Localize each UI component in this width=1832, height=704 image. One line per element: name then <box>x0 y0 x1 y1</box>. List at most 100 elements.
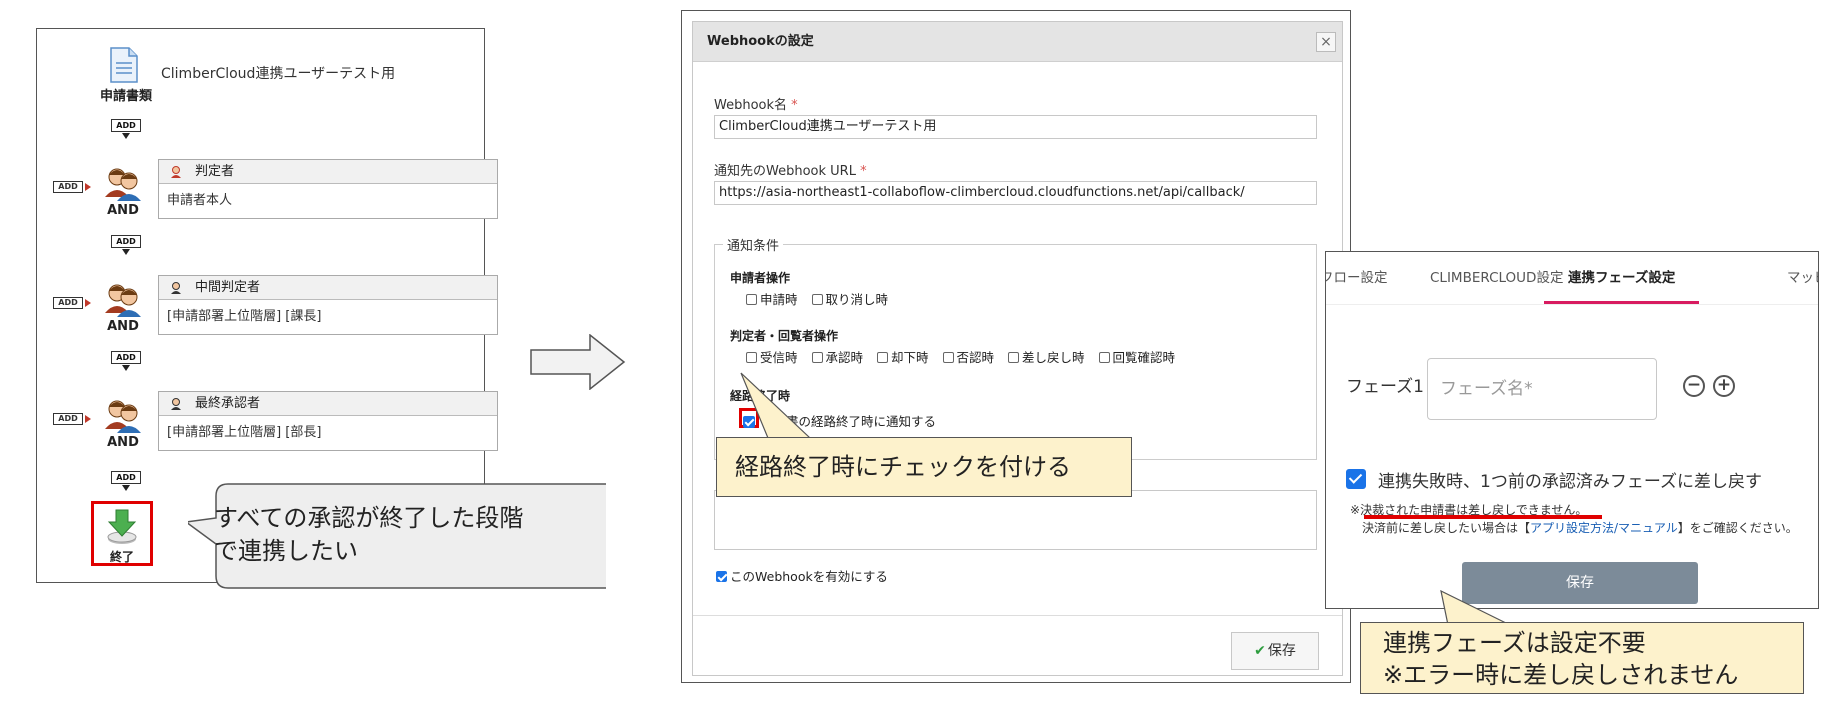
checkbox-label: 差し戻し時 <box>1022 350 1085 365</box>
phase-label: フェーズ1 <box>1346 377 1424 397</box>
people-icon <box>105 168 141 201</box>
tab-flow-settings[interactable]: フロー設定 <box>1326 252 1388 304</box>
down-arrow-icon <box>122 249 130 255</box>
down-arrow-icon <box>122 365 130 371</box>
manual-note-before: 決済前に差し戻したい場合は【 <box>1362 521 1531 535</box>
webhook-name-label-text: Webhook名 <box>714 98 788 113</box>
webhook-dialog-frame: Webhookの設定 × Webhook名 * ClimberCloud連携ユー… <box>681 10 1351 683</box>
add-parallel-button[interactable]: ADD <box>53 413 83 425</box>
checkbox[interactable] <box>811 294 823 305</box>
step-value: 申請者本人 <box>167 193 233 208</box>
document-icon <box>110 47 138 83</box>
note-phase-line2: ※エラー時に差し戻しされません <box>1383 661 1739 689</box>
checkbox-approved[interactable]: 承認時 <box>811 350 864 365</box>
note-pointer <box>1440 590 1511 626</box>
tab-mapping[interactable]: マッピ <box>1787 252 1818 304</box>
checkbox-label: 受信時 <box>760 350 798 365</box>
step-title: 最終承認者 <box>195 396 261 411</box>
and-label: AND <box>107 319 139 334</box>
webhook-name-input[interactable]: ClimberCloud連携ユーザーテスト用 <box>714 115 1317 139</box>
checkbox-received[interactable]: 受信時 <box>746 350 798 365</box>
right-arrow-icon <box>85 299 91 307</box>
required-mark: * <box>791 98 798 113</box>
remove-phase-button[interactable]: − <box>1683 375 1705 397</box>
add-step-button[interactable]: ADD <box>111 471 141 484</box>
people-icon <box>105 400 141 433</box>
route-step[interactable]: 最終承認者 [申請部署上位階層] [部長] <box>158 391 498 451</box>
route-step[interactable]: 中間判定者 [申請部署上位階層] [課長] <box>158 275 498 335</box>
checkbox-circulated[interactable]: 回覧確認時 <box>1098 350 1176 365</box>
note-pointer <box>740 372 812 439</box>
person-icon <box>171 398 181 410</box>
add-step-button[interactable]: ADD <box>111 119 141 132</box>
phase-name-input[interactable]: フェーズ名* <box>1427 358 1657 420</box>
end-arrow-icon <box>107 509 137 544</box>
footer-divider <box>693 615 1342 616</box>
applicant-ops-title: 申請者操作 <box>730 271 791 285</box>
note-phase-line1: 連携フェーズは設定不要 <box>1383 629 1646 657</box>
route-end-node[interactable]: 終了 <box>91 501 153 566</box>
form-type-label: 申請書類 <box>99 89 152 104</box>
save-button-label: 保存 <box>1267 643 1296 659</box>
checkbox[interactable] <box>1008 352 1019 363</box>
down-arrow-icon <box>122 485 130 491</box>
checkbox[interactable] <box>746 294 757 305</box>
webhook-memo-textarea[interactable] <box>714 490 1317 550</box>
conditions-legend: 通知条件 <box>723 235 784 254</box>
add-phase-button[interactable]: + <box>1713 375 1735 397</box>
step-header: 中間判定者 <box>159 276 497 300</box>
and-label: AND <box>107 435 139 450</box>
right-arrow-icon <box>530 334 626 390</box>
webhook-url-label-text: 通知先のWebhook URL <box>714 164 856 179</box>
route-step[interactable]: 判定者 申請者本人 <box>158 159 498 219</box>
note-phase-not-needed: 連携フェーズは設定不要 ※エラー時に差し戻しされません <box>1360 622 1804 694</box>
tab-phase-settings[interactable]: 連携フェーズ設定 <box>1544 252 1700 304</box>
manual-note-after: 】をご確認ください。 <box>1677 521 1798 535</box>
callout-text-line2: で連携したい <box>214 537 358 565</box>
checkbox-label: 承認時 <box>825 350 864 365</box>
checkbox-sent-back[interactable]: 差し戻し時 <box>1008 350 1085 365</box>
checkbox-denied[interactable]: 否認時 <box>942 350 994 365</box>
enable-webhook-label: このWebhookを有効にする <box>730 569 888 584</box>
add-parallel-button[interactable]: ADD <box>53 297 83 309</box>
end-label: 終了 <box>109 550 134 564</box>
and-label: AND <box>107 203 139 218</box>
close-icon[interactable]: × <box>1316 32 1336 52</box>
step-value: [申請部署上位階層] [部長] <box>167 425 322 440</box>
checkbox-rejected[interactable]: 却下時 <box>877 350 929 365</box>
checkbox-label: 取り消し時 <box>825 292 889 307</box>
checkbox-label: 回覧確認時 <box>1112 350 1176 365</box>
checkbox-label: 申請時 <box>760 292 798 307</box>
tab-divider <box>1326 304 1818 305</box>
check-icon: ✔ <box>1254 643 1266 659</box>
checkbox[interactable] <box>1098 352 1110 363</box>
rollback-checkbox[interactable] <box>1346 469 1366 489</box>
people-icon <box>105 284 141 317</box>
add-step-button[interactable]: ADD <box>111 235 141 248</box>
note-prefix: ※ <box>1350 503 1361 517</box>
enable-webhook-checkbox[interactable] <box>716 571 727 582</box>
checkbox[interactable] <box>942 352 954 363</box>
note-check-route-end: 経路終了時にチェックを付ける <box>716 437 1132 497</box>
add-step-button[interactable]: ADD <box>111 351 141 364</box>
add-parallel-button[interactable]: ADD <box>53 181 83 193</box>
step-title: 判定者 <box>195 164 235 179</box>
save-button[interactable]: ✔ 保存 <box>1231 632 1319 670</box>
step-title: 中間判定者 <box>195 280 261 295</box>
checkbox-cancelled[interactable]: 取り消し時 <box>811 292 889 307</box>
applicant-ops-row: 申請時 取り消し時 <box>746 289 898 308</box>
webhook-dialog: Webhookの設定 × Webhook名 * ClimberCloud連携ユー… <box>692 21 1343 676</box>
manual-link[interactable]: アプリ設定方法/マニュアル <box>1530 521 1678 535</box>
right-arrow-icon <box>85 415 91 423</box>
rollback-label: 連携失敗時、1つ前の承認済みフェーズに差し戻す <box>1378 472 1762 492</box>
checkbox[interactable] <box>746 352 757 363</box>
enable-webhook-row[interactable]: このWebhookを有効にする <box>716 566 888 585</box>
judge-ops-row: 受信時 承認時 却下時 否認時 差し戻し時 回覧確認時 <box>746 347 1185 366</box>
checkbox-applied[interactable]: 申請時 <box>746 292 798 307</box>
step-header: 最終承認者 <box>159 392 497 416</box>
checkbox[interactable] <box>811 352 823 363</box>
webhook-url-input[interactable]: https://asia-northeast1-collaboflow-clim… <box>714 181 1317 205</box>
checkbox[interactable] <box>877 352 888 363</box>
webhook-url-label: 通知先のWebhook URL * <box>714 160 867 179</box>
down-arrow-icon <box>122 133 130 139</box>
